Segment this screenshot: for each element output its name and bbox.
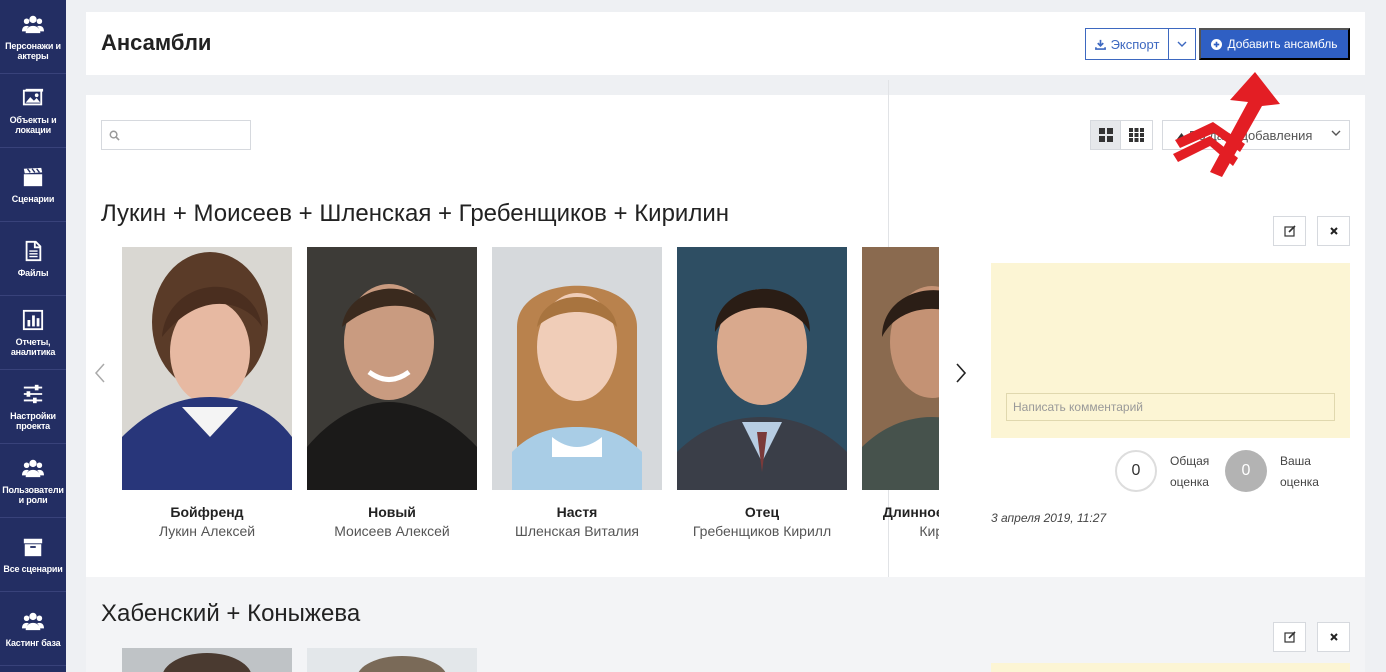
edit-button[interactable] [1273, 622, 1306, 652]
page-header: Ансамбли Экспорт Добавить ансамбль [86, 12, 1365, 75]
actor-name: Шленская Виталия [515, 523, 639, 539]
sidebar-item-scripts[interactable]: Сценарии [0, 148, 66, 222]
role-name: Новый [368, 504, 416, 520]
sidebar-item-label: Отчеты, аналитика [10, 336, 56, 357]
sidebar-item-label: Все сценарии [3, 563, 63, 574]
people-icon [22, 459, 44, 477]
clapperboard-icon [23, 167, 43, 186]
sliders-icon [23, 384, 43, 403]
total-score: 0 [1115, 450, 1157, 492]
sidebar-item-label: Пользователи и роли [2, 484, 64, 505]
export-dropdown-button[interactable] [1169, 28, 1196, 60]
actor-photo [307, 648, 477, 672]
edit-icon [1283, 225, 1296, 237]
sidebar-item-label: Файлы [17, 267, 49, 278]
sidebar-item-label: Персонажи и актеры [5, 40, 61, 61]
actor-photo [307, 247, 477, 490]
page-title: Ансамбли [101, 30, 212, 55]
close-icon [1329, 633, 1338, 641]
view-tiles-button[interactable] [1121, 120, 1153, 150]
sidebar-item-characters[interactable]: Персонажи и актеры [0, 0, 66, 74]
edit-button[interactable] [1273, 216, 1306, 246]
role-name: Бойфренд [170, 504, 244, 520]
comments-box: Написать комментарий [991, 263, 1350, 438]
comments-box [991, 663, 1350, 672]
delete-button[interactable] [1317, 622, 1350, 652]
search-input[interactable] [124, 125, 244, 145]
chevron-right-icon[interactable] [955, 363, 967, 383]
sidebar-item-reports[interactable]: Отчеты, аналитика [0, 296, 66, 370]
sidebar: Персонажи и актеры Объекты и локации Сце… [0, 0, 66, 672]
people-icon [22, 612, 44, 630]
view-grid-button[interactable] [1090, 120, 1121, 150]
actor-card[interactable]: Бойфренд Лукин Алексей [122, 247, 292, 541]
grid-small-icon [1129, 128, 1144, 142]
actor-card[interactable]: Настя Шленская Виталия [492, 247, 662, 541]
archive-icon [23, 538, 43, 556]
file-icon [25, 240, 42, 261]
actor-name: Моисеев Алексей [334, 523, 450, 539]
role-name: Отец [744, 504, 780, 520]
actor-photo [122, 247, 292, 490]
chart-icon [22, 309, 44, 330]
total-score-label: Общая оценка [1170, 454, 1210, 489]
chevron-left-icon[interactable] [94, 363, 106, 383]
actor-card[interactable]: Отец Гребенщиков Кирилл [677, 247, 847, 541]
export-button[interactable]: Экспорт [1085, 28, 1169, 60]
grid-large-icon [1098, 128, 1113, 142]
actor-name: Гребенщиков Кирилл [692, 523, 832, 539]
actor-name: Лукин Алексей [158, 523, 256, 539]
sidebar-item-label: Объекты и локации [9, 114, 57, 135]
sidebar-item-files[interactable]: Файлы [0, 222, 66, 296]
sidebar-item-label: Кастинг база [5, 637, 61, 648]
add-ensemble-button[interactable]: Добавить ансамбль [1199, 28, 1350, 60]
actor-card[interactable]: Новый Моисеев Алексей [307, 247, 477, 541]
search-icon [109, 130, 120, 141]
created-date: 3 апреля 2019, 11:27 [991, 511, 1107, 525]
close-icon [1329, 227, 1338, 235]
actor-photo [677, 247, 847, 490]
ensemble-title: Лукин + Моисеев + Шленская + Гребенщиков… [101, 200, 729, 227]
people-icon [22, 15, 44, 33]
comment-input[interactable]: Написать комментарий [1006, 393, 1335, 421]
actor-name: Кирилин [919, 523, 939, 539]
edit-icon [1283, 631, 1296, 643]
sidebar-item-objects[interactable]: Объекты и локации [0, 74, 66, 148]
sidebar-item-all-scripts[interactable]: Все сценарии [0, 518, 66, 592]
sidebar-item-label: Сценарии [11, 193, 55, 204]
ensemble-title: Хабенский + Коныжева [101, 600, 361, 627]
search-field[interactable] [101, 120, 251, 150]
sidebar-item-settings[interactable]: Настройки проекта [0, 370, 66, 444]
actor-photo [122, 648, 292, 672]
chevron-down-icon [1177, 41, 1187, 47]
actor-photo [492, 247, 662, 490]
sidebar-item-casting[interactable]: Кастинг база [0, 592, 66, 666]
chevron-down-icon [1331, 130, 1341, 136]
your-score[interactable]: 0 [1225, 450, 1267, 492]
delete-button[interactable] [1317, 216, 1350, 246]
actors-carousel: Бойфренд Лукин Алексей Новый Моисеев Але… [122, 247, 939, 557]
annotation-arrow-icon [1173, 72, 1280, 177]
role-name: Настя [556, 504, 598, 520]
export-label: Экспорт [1110, 36, 1160, 52]
plus-circle-icon [1211, 38, 1223, 50]
download-icon [1094, 39, 1106, 50]
image-icon [22, 88, 44, 105]
sidebar-item-label: Настройки проекта [10, 410, 56, 431]
actor-card[interactable]: Длинное имя перс Кирилин [862, 247, 939, 541]
sidebar-item-users[interactable]: Пользователи и роли [0, 444, 66, 518]
actor-photo [862, 247, 939, 490]
role-name: Длинное имя перс [882, 504, 939, 520]
your-score-label: Ваша оценка [1280, 454, 1319, 489]
add-ensemble-label: Добавить ансамбль [1227, 37, 1338, 51]
